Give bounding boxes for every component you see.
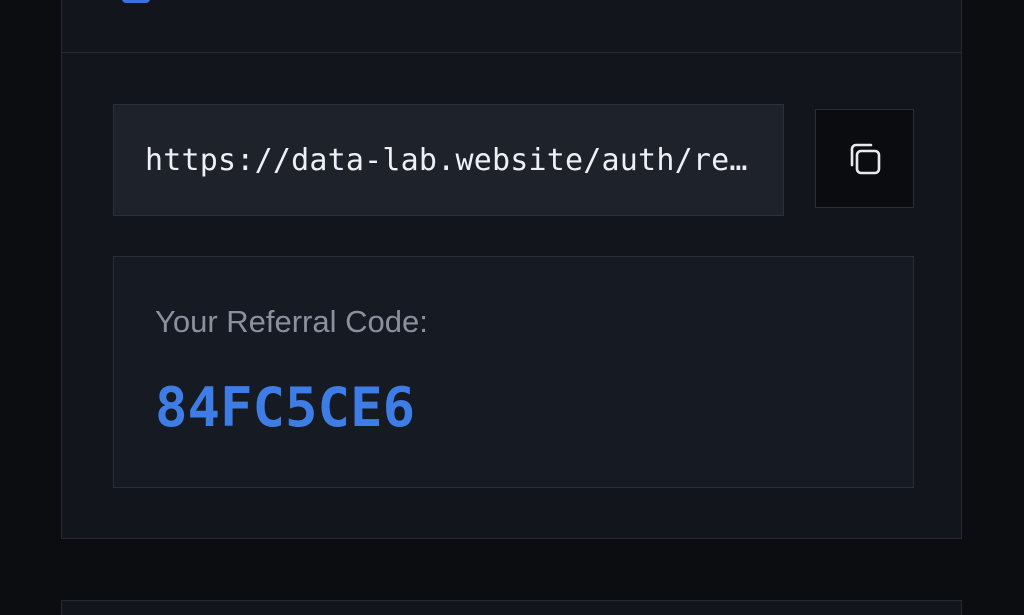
referral-code-box: Your Referral Code: 84FC5CE6: [113, 256, 914, 488]
referral-link-text: https://data-lab.website/auth/register?r…: [145, 142, 752, 178]
referral-code-value: 84FC5CE6: [155, 376, 416, 439]
referral-card: https://data-lab.website/auth/register?r…: [61, 0, 962, 539]
next-card: [61, 600, 962, 615]
page: https://data-lab.website/auth/register?r…: [0, 0, 1024, 615]
referral-link-field[interactable]: https://data-lab.website/auth/register?r…: [113, 104, 784, 216]
copy-link-button[interactable]: [815, 109, 914, 208]
checkbox-icon: [122, 0, 150, 3]
card-header: [62, 0, 961, 53]
referral-code-label: Your Referral Code:: [155, 304, 428, 339]
copy-icon: [850, 143, 880, 174]
